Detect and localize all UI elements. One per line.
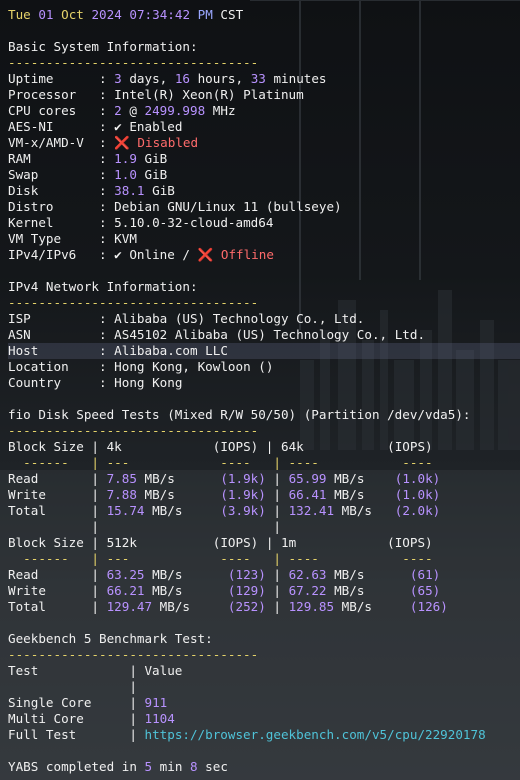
row-location: Location : Hong Kong, Kowloon () (8, 359, 274, 374)
row-disk: Disk : 38.1 GiB (8, 183, 175, 198)
row-processor: Processor : Intel(R) Xeon(R) Platinum (8, 87, 304, 102)
row-kernel: Kernel : 5.10.0-32-cloud-amd64 (8, 215, 274, 230)
section-divider: --------------------------------- (8, 423, 259, 438)
row-asn: ASN : AS45102 Alibaba (US) Technology Co… (8, 327, 426, 342)
row-cpu-cores: CPU cores : 2 @ 2499.998 MHz (8, 103, 236, 118)
fio-header-2: Block Size | 512k (IOPS) | 1m (IOPS) (8, 535, 433, 550)
gb-full-test: Full Test | https://browser.geekbench.co… (8, 727, 486, 742)
section-title-network: IPv4 Network Information: (8, 279, 198, 294)
timestamp-line: Tue 01 Oct 2024 07:34:42 PM CST (8, 7, 244, 22)
row-swap: Swap : 1.0 GiB (8, 167, 168, 182)
row-host: Host : Alibaba.com LLC (8, 343, 520, 359)
fio-row-total-1: Total | 15.74 MB/s (3.9k) | 132.41 MB/s … (8, 503, 441, 518)
section-divider: --------------------------------- (8, 647, 259, 662)
row-ipv4-ipv6: IPv4/IPv6 : ✔ Online / ❌ Offline (8, 247, 274, 262)
row-distro: Distro : Debian GNU/Linux 11 (bullseye) (8, 199, 342, 214)
row-vm-type: VM Type : KVM (8, 231, 137, 246)
fio-row-write-2: Write | 66.21 MB/s (129) | 67.22 MB/s (6… (8, 583, 441, 598)
fio-row-read-2: Read | 63.25 MB/s (123) | 62.63 MB/s (61… (8, 567, 441, 582)
row-isp: ISP : Alibaba (US) Technology Co., Ltd. (8, 311, 365, 326)
section-title-basic: Basic System Information: (8, 39, 198, 54)
fio-row-total-2: Total | 129.47 MB/s (252) | 129.85 MB/s … (8, 599, 448, 614)
gb-multi-core: Multi Core | 1104 (8, 711, 175, 726)
fio-header-1: Block Size | 4k (IOPS) | 64k (IOPS) (8, 439, 433, 454)
row-uptime: Uptime : 3 days, 16 hours, 33 minutes (8, 71, 327, 86)
row-aes-ni: AES-NI : ✔ Enabled (8, 119, 183, 134)
fio-row-write-1: Write | 7.88 MB/s (1.9k) | 66.41 MB/s (1… (8, 487, 441, 502)
section-title-geekbench: Geekbench 5 Benchmark Test: (8, 631, 213, 646)
section-divider: --------------------------------- (8, 55, 259, 70)
terminal-window[interactable]: Tue 01 Oct 2024 07:34:42 PM CST Basic Sy… (0, 0, 520, 780)
section-divider: --------------------------------- (8, 295, 259, 310)
geekbench-result-link[interactable]: https://browser.geekbench.com/v5/cpu/229… (144, 727, 485, 742)
row-country: Country : Hong Kong (8, 375, 183, 390)
row-ram: RAM : 1.9 GiB (8, 151, 168, 166)
gb-single-core: Single Core | 911 (8, 695, 168, 710)
yabs-completed-line: YABS completed in 5 min 8 sec (8, 759, 228, 774)
section-title-fio: fio Disk Speed Tests (Mixed R/W 50/50) (… (8, 407, 471, 422)
row-vm-x: VM-x/AMD-V : ❌ Disabled (8, 135, 199, 150)
fio-row-read-1: Read | 7.85 MB/s (1.9k) | 65.99 MB/s (1.… (8, 471, 441, 486)
